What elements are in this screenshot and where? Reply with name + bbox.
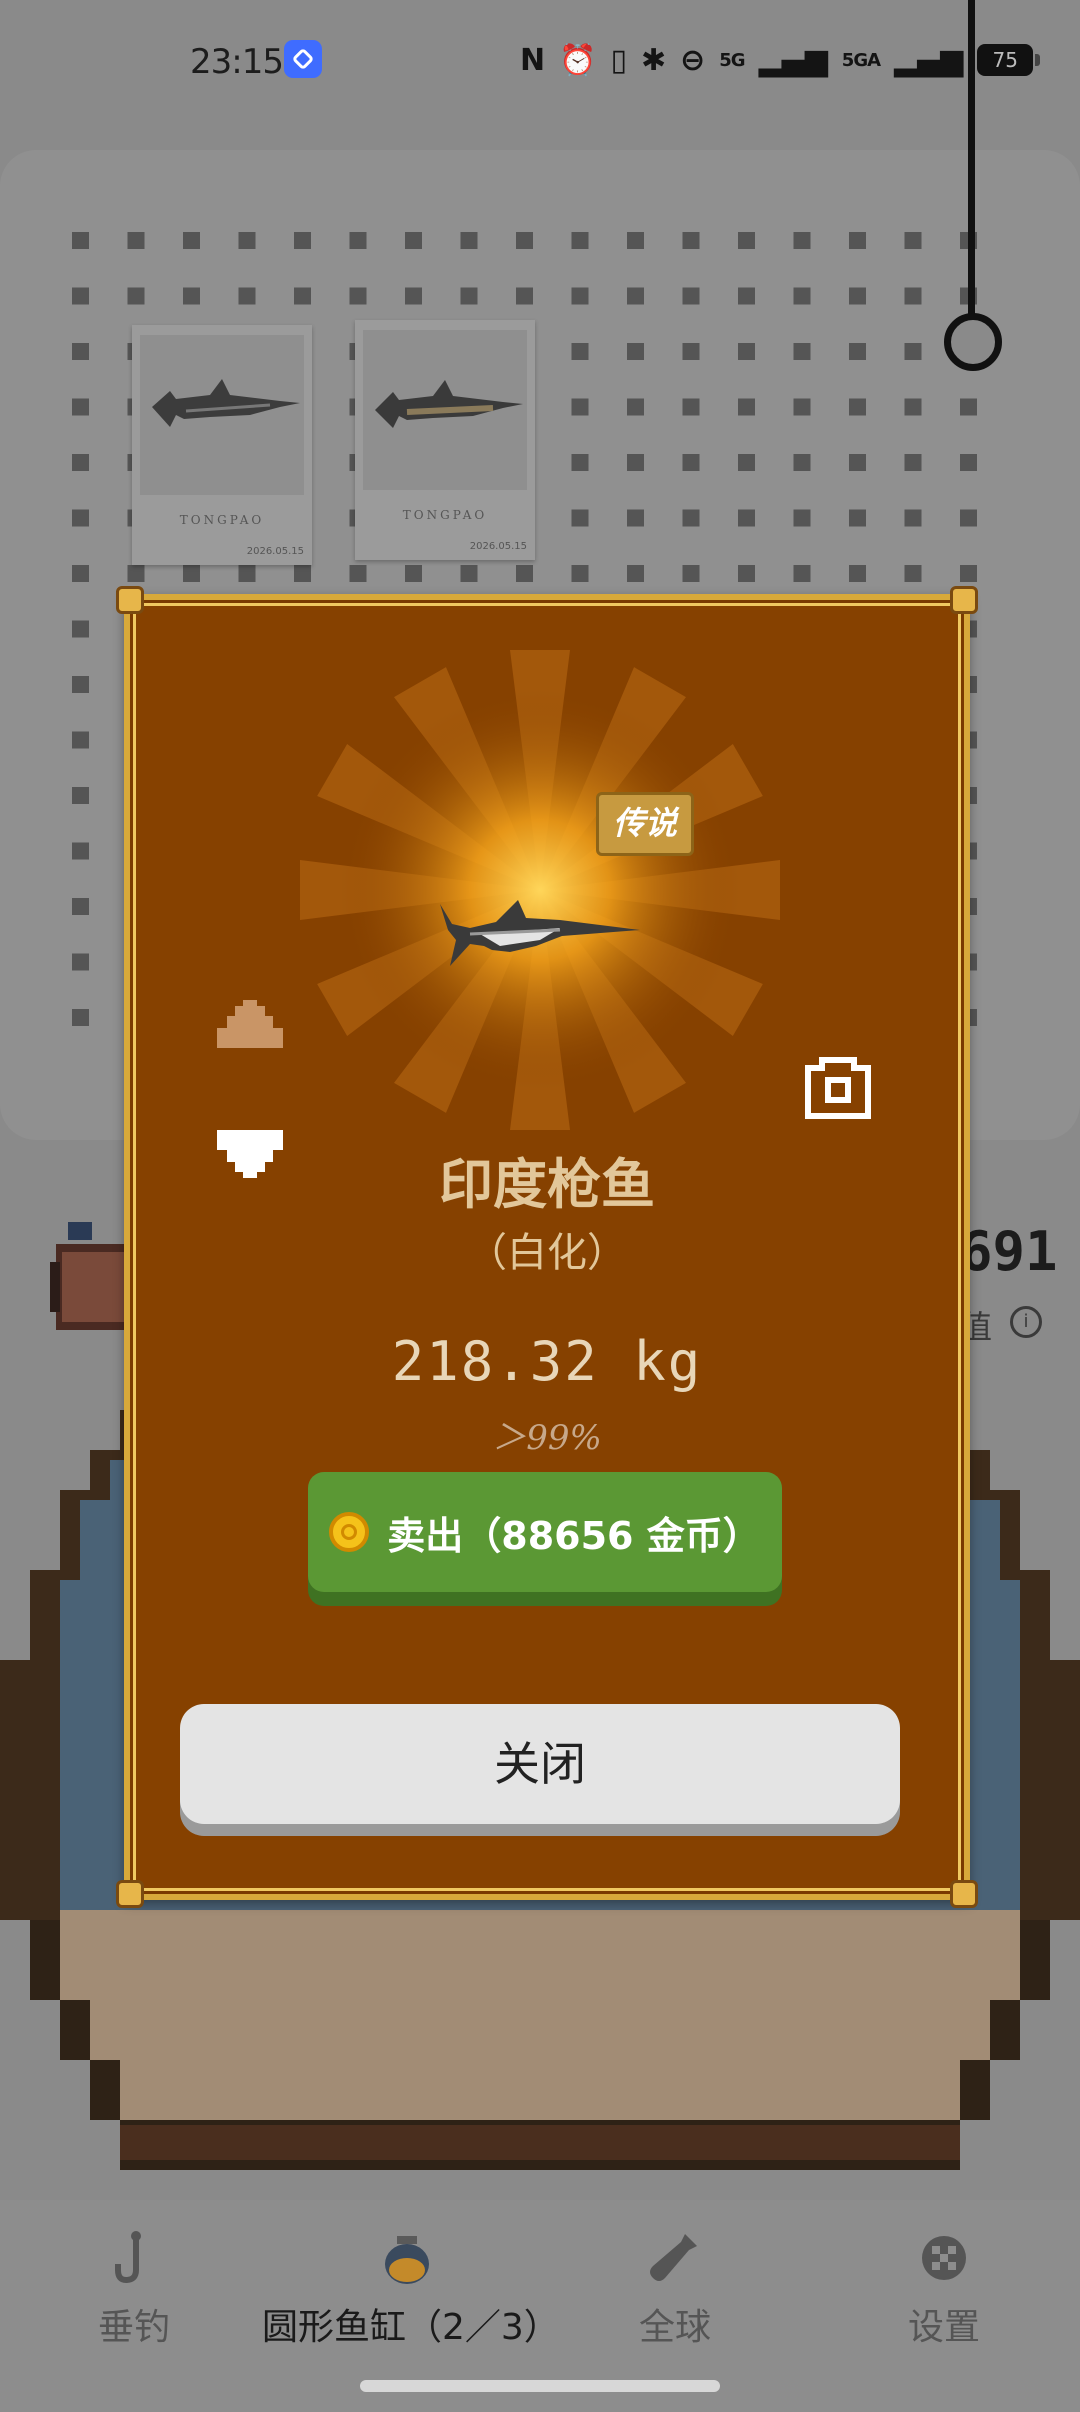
nav-label: 设置 (907, 2307, 980, 2348)
frame-corner (950, 1880, 978, 1908)
signal-bars-icon: ▂▄▆ (894, 42, 964, 78)
signal-5ga-icon: 5GA (841, 49, 881, 71)
poster-date: 2026.05.15 (246, 546, 304, 557)
nav-label: 圆形鱼缸（2／3） (262, 2307, 560, 2348)
vibrate-icon: ▯ (610, 42, 627, 78)
info-icon[interactable]: i (1010, 1306, 1042, 1338)
frame-corner (116, 1880, 144, 1908)
rarity-badge: 传说 (596, 792, 694, 856)
frame-corner (950, 586, 978, 614)
catch-dialog: 传说 印度枪鱼 （白化） 218.32 kg ＞99% 卖出（88656 金币）… (116, 586, 978, 1908)
status-icons: N ⏰ ▯ ✱ ⊖ 5G ▂▄▆ 5GA ▂▄▆ 75 (520, 38, 1041, 82)
bluetooth-icon: ✱ (640, 42, 667, 78)
home-indicator[interactable] (360, 2380, 720, 2392)
weight-percentile: ＞99% (492, 1418, 602, 1458)
camera-icon[interactable] (802, 1054, 874, 1122)
fish-poster[interactable]: TONGPAO 2026.05.15 (355, 320, 535, 560)
nav-item-fishing[interactable]: 垂钓 (24, 2230, 244, 2350)
nav-item-fishbowl[interactable]: 圆形鱼缸（2／3） (262, 2230, 560, 2350)
fish-poster[interactable]: TONGPAO 2026.05.15 (132, 325, 312, 565)
nav-item-global[interactable]: 全球 (565, 2230, 785, 2350)
battery-icon: 75 (977, 44, 1041, 76)
status-time: 23:15 (190, 42, 284, 82)
nav-label: 全球 (638, 2307, 711, 2348)
fishing-hook-icon (115, 2231, 141, 2284)
status-bar: 23:15 N ⏰ ▯ ✱ ⊖ 5G ▂▄▆ 5GA ▂▄▆ 75 (0, 0, 1080, 120)
hanging-ring-icon[interactable] (944, 313, 1002, 371)
sell-button[interactable]: 卖出（88656 金币） (308, 1472, 782, 1592)
marlin-fish-image (440, 900, 640, 966)
fish-name: 印度枪鱼 (439, 1153, 655, 1216)
poster-brand: TONGPAO (402, 508, 488, 522)
bag-icon[interactable] (50, 1222, 126, 1330)
nfc-icon: N (520, 42, 546, 78)
poster-image (140, 335, 304, 495)
coin-icon (329, 1512, 370, 1552)
signal-bars-icon: ▂▄▆ (758, 42, 828, 78)
score-value: 691 (960, 1220, 1058, 1283)
do-not-disturb-icon: ⊖ (680, 42, 706, 78)
fishbowl-icon (385, 2236, 429, 2284)
signal-5g-icon: 5G (719, 49, 745, 71)
fish-variant: （白化） (467, 1230, 627, 1276)
hanging-wire (968, 0, 975, 320)
poster-image (363, 330, 527, 490)
poster-date: 2026.05.15 (469, 541, 527, 552)
frame-corner (116, 586, 144, 614)
sell-button-label: 卖出（88656 金币） (387, 1513, 761, 1558)
previous-arrow-icon[interactable] (215, 994, 285, 1048)
nav-label: 垂钓 (97, 2307, 170, 2348)
alarm-icon: ⏰ (559, 42, 597, 78)
nav-item-settings[interactable]: 设置 (834, 2230, 1054, 2350)
fish-weight: 218.32 kg (391, 1330, 703, 1393)
close-button[interactable]: 关闭 (180, 1704, 900, 1824)
app-notification-icon (284, 40, 322, 78)
settings-icon (922, 2236, 966, 2280)
poster-brand: TONGPAO (179, 513, 265, 527)
bottle-icon (650, 2234, 697, 2281)
